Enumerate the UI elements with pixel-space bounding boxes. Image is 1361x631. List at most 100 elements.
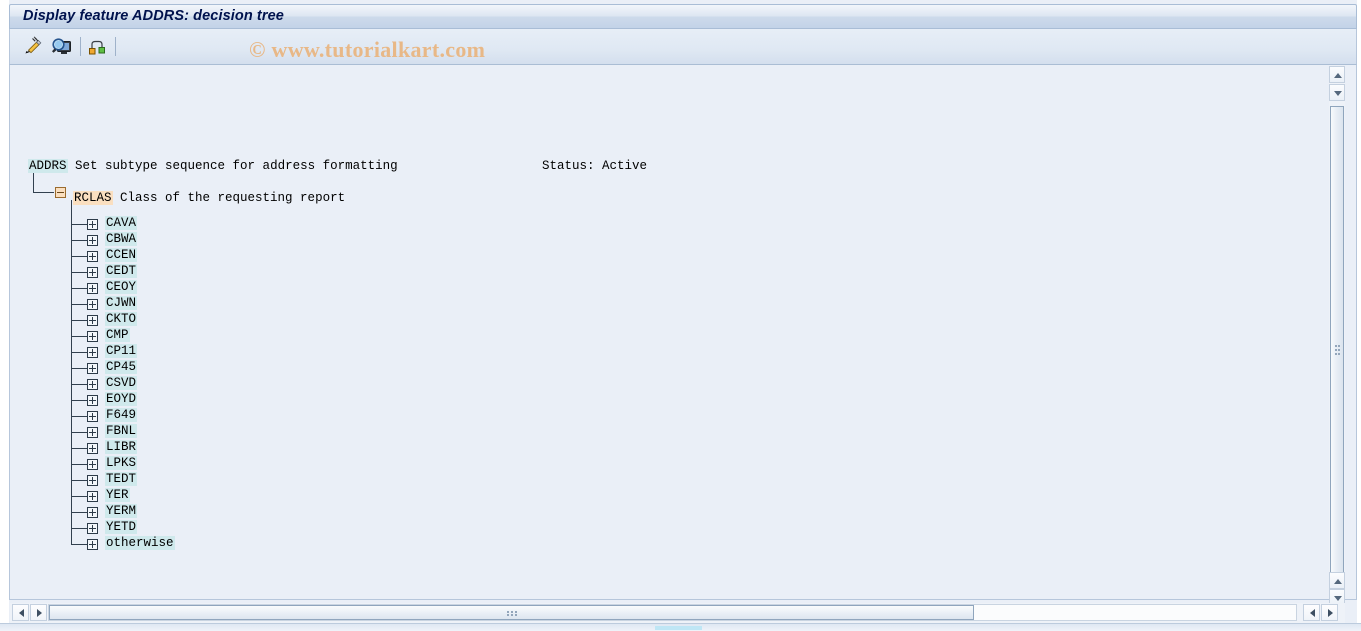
tree-root-description: Set subtype sequence for address formatt… [75, 159, 398, 173]
tree-node-value[interactable]: YERM [105, 504, 138, 518]
tree-node-toggle-yetd[interactable] [87, 523, 98, 534]
tree-node-toggle-cp11[interactable] [87, 347, 98, 358]
tree-node-label-fbnl[interactable]: FBNL [105, 424, 138, 438]
tree-node-label-cjwn[interactable]: CJWN [105, 296, 138, 310]
connector-child-horizontal [71, 480, 87, 481]
tree-node-value[interactable]: CMP [105, 328, 130, 342]
window-left-edge [0, 0, 9, 631]
tree-node-label-cmp[interactable]: CMP [105, 328, 130, 342]
tree-node-toggle-ceoy[interactable] [87, 283, 98, 294]
tree-node-toggle-lpks[interactable] [87, 459, 98, 470]
tree-node-toggle-fbnl[interactable] [87, 427, 98, 438]
scroll-up-button-bottom[interactable] [1329, 572, 1345, 589]
tree-node-toggle-ckto[interactable] [87, 315, 98, 326]
tree-node-label-csvd[interactable]: CSVD [105, 376, 138, 390]
tree-node-toggle-cp45[interactable] [87, 363, 98, 374]
tree-node-label-cbwa[interactable]: CBWA [105, 232, 138, 246]
tree-node-toggle-cmp[interactable] [87, 331, 98, 342]
tree-node-label-yetd[interactable]: YETD [105, 520, 138, 534]
scroll-down-button-top[interactable] [1329, 84, 1345, 101]
tree-node-value[interactable]: EOYD [105, 392, 138, 406]
tree-node-value[interactable]: CEDT [105, 264, 138, 278]
tree-node-toggle-yer[interactable] [87, 491, 98, 502]
tree-node-label-otherwise[interactable]: otherwise [105, 536, 175, 550]
tree-node-label-lpks[interactable]: LPKS [105, 456, 138, 470]
tree-node-label-cp11[interactable]: CP11 [105, 344, 138, 358]
scroll-right-button[interactable] [1321, 604, 1338, 621]
tree-node-value[interactable]: CKTO [105, 312, 138, 326]
tree-node-label-eoyd[interactable]: EOYD [105, 392, 138, 406]
tree-node-label-ccen[interactable]: CCEN [105, 248, 138, 262]
content-panel: ADDRS Set subtype sequence for address f… [9, 65, 1357, 600]
horizontal-thumb-grip [506, 611, 517, 616]
tree-node-value[interactable]: CP45 [105, 360, 138, 374]
tree-node-toggle-cbwa[interactable] [87, 235, 98, 246]
tree-node-value[interactable]: YETD [105, 520, 138, 534]
panel-bottom-edge [9, 599, 1357, 600]
tree-node-label-ceoy[interactable]: CEOY [105, 280, 138, 294]
tree-node-value[interactable]: CSVD [105, 376, 138, 390]
scroll-left-button[interactable] [12, 604, 29, 621]
tree-node-value[interactable]: LPKS [105, 456, 138, 470]
tree-node-toggle-rclas[interactable] [55, 187, 66, 198]
tree-node-toggle-ccen[interactable] [87, 251, 98, 262]
tree-node-toggle-cjwn[interactable] [87, 299, 98, 310]
tree-node-value[interactable]: CAVA [105, 216, 138, 230]
chevron-up-icon [1334, 73, 1342, 78]
tree-node-value[interactable]: CP11 [105, 344, 138, 358]
tree-node-label-yer[interactable]: YER [105, 488, 130, 502]
chevron-left-icon-right [1310, 609, 1315, 617]
tree-node-label-cava[interactable]: CAVA [105, 216, 138, 230]
tree-root-row[interactable]: ADDRS Set subtype sequence for address f… [28, 159, 398, 173]
title-bar: Display feature ADDRS: decision tree [9, 4, 1357, 29]
horizontal-scroll-thumb[interactable] [49, 605, 974, 620]
tree-node-value[interactable]: CBWA [105, 232, 138, 246]
tree-node-value[interactable]: YER [105, 488, 130, 502]
connector-child-horizontal [71, 288, 87, 289]
tree-node-label-tedt[interactable]: TEDT [105, 472, 138, 486]
tree-node-value[interactable]: CJWN [105, 296, 138, 310]
connector-child-horizontal [71, 416, 87, 417]
connector-child-horizontal [71, 256, 87, 257]
tree-node-value[interactable]: CEOY [105, 280, 138, 294]
tree-node-label-yerm[interactable]: YERM [105, 504, 138, 518]
tree-node-value[interactable]: TEDT [105, 472, 138, 486]
toolbar-separator-1 [80, 37, 81, 56]
tree-node-toggle-otherwise[interactable] [87, 539, 98, 550]
tree-node-rclas-row[interactable]: RCLAS Class of the requesting report [73, 191, 345, 205]
tree-node-toggle-tedt[interactable] [87, 475, 98, 486]
tree-node-toggle-cava[interactable] [87, 219, 98, 230]
tree-node-rclas-code[interactable]: RCLAS [73, 191, 113, 205]
tree-node-value[interactable]: CCEN [105, 248, 138, 262]
scroll-up-button[interactable] [1329, 66, 1345, 83]
vertical-scrollbar[interactable] [1329, 66, 1345, 599]
scroll-right-button-left[interactable] [30, 604, 47, 621]
connector-child-horizontal [71, 464, 87, 465]
tree-node-label-libr[interactable]: LIBR [105, 440, 138, 454]
connector-child-horizontal [71, 512, 87, 513]
change-pencil-icon[interactable] [22, 36, 44, 57]
vertical-scroll-thumb[interactable] [1330, 106, 1344, 593]
tree-node-toggle-f649[interactable] [87, 411, 98, 422]
tree-node-toggle-cedt[interactable] [87, 267, 98, 278]
tree-node-label-f649[interactable]: F649 [105, 408, 138, 422]
scroll-left-button-right[interactable] [1303, 604, 1320, 621]
connector-child-horizontal [71, 352, 87, 353]
tree-node-value[interactable]: LIBR [105, 440, 138, 454]
tree-node-toggle-csvd[interactable] [87, 379, 98, 390]
tree-node-value[interactable]: otherwise [105, 536, 175, 550]
tree-node-value[interactable]: F649 [105, 408, 138, 422]
tree-node-label-ckto[interactable]: CKTO [105, 312, 138, 326]
tree-node-value[interactable]: FBNL [105, 424, 138, 438]
tree-structure-icon[interactable] [86, 36, 108, 57]
display-magnifier-icon[interactable] [51, 36, 73, 57]
window-right-edge [1357, 0, 1361, 631]
tree-node-toggle-libr[interactable] [87, 443, 98, 454]
tree-node-toggle-yerm[interactable] [87, 507, 98, 518]
chevron-right-icon [37, 609, 42, 617]
tree-node-toggle-eoyd[interactable] [87, 395, 98, 406]
tree-node-label-cedt[interactable]: CEDT [105, 264, 138, 278]
tree-node-label-cp45[interactable]: CP45 [105, 360, 138, 374]
tree-root-code[interactable]: ADDRS [28, 159, 68, 173]
horizontal-scrollbar[interactable] [10, 603, 1345, 623]
